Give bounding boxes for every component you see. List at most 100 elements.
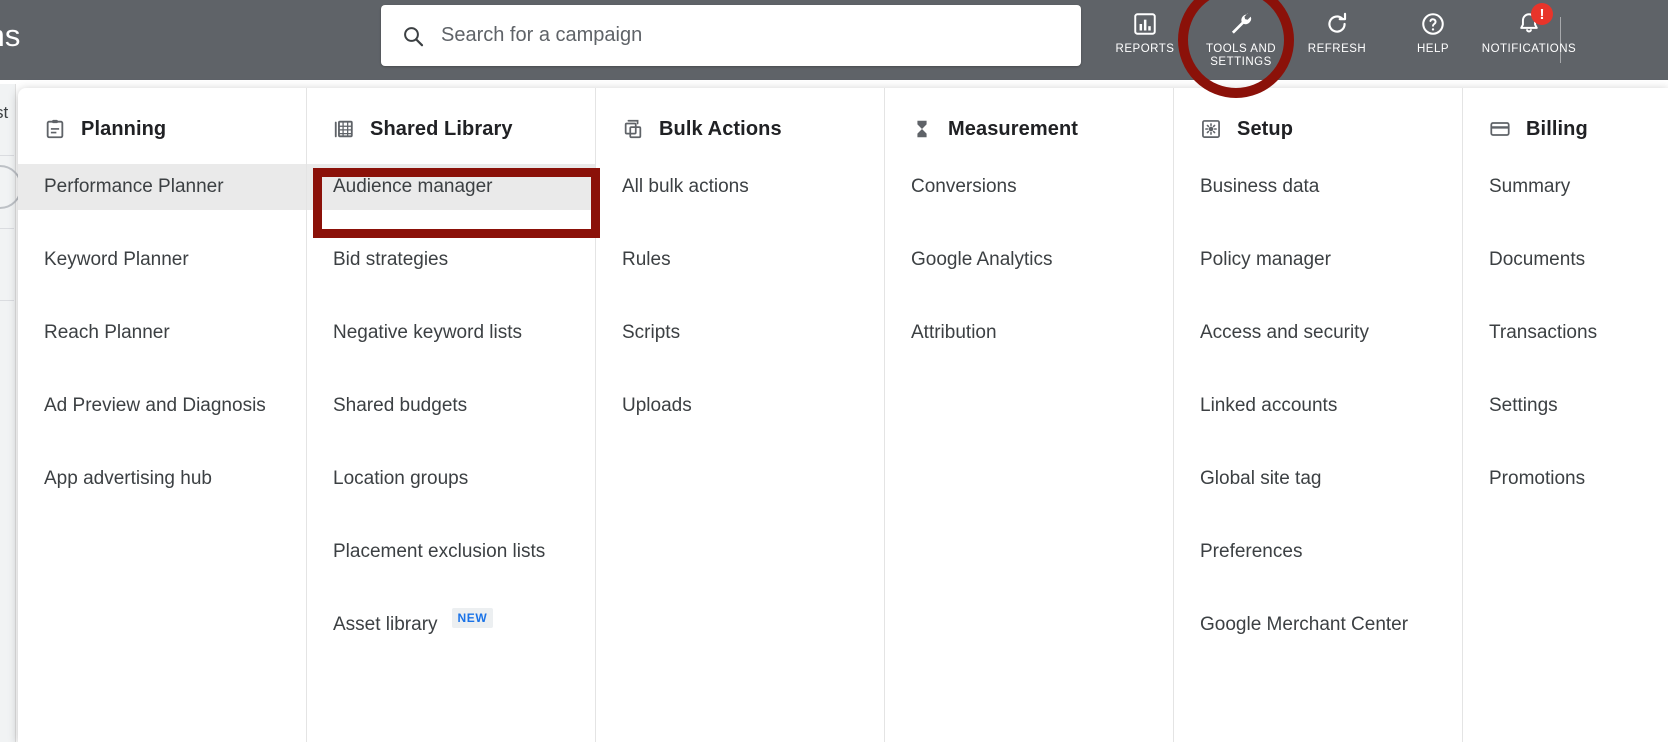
menu-item-label: Audience manager xyxy=(333,176,493,197)
gear-square-icon xyxy=(1200,118,1222,140)
menu-item-google-merchant-center[interactable]: Google Merchant Center xyxy=(1174,602,1462,648)
menu-item-uploads[interactable]: Uploads xyxy=(596,383,884,429)
menu-item-label: Global site tag xyxy=(1200,468,1322,489)
menu-item-label: App advertising hub xyxy=(44,468,212,489)
menu-item-settings[interactable]: Settings xyxy=(1463,383,1668,429)
column-header-planning: Planning xyxy=(18,112,306,146)
menu-item-label: Google Merchant Center xyxy=(1200,614,1409,635)
search-box[interactable] xyxy=(381,5,1081,66)
menu-item-shared-budgets[interactable]: Shared budgets xyxy=(307,383,595,429)
toolbar-divider xyxy=(1560,17,1561,63)
menu-item-negative-keyword-lists[interactable]: Negative keyword lists xyxy=(307,310,595,356)
menu-item-label: Policy manager xyxy=(1200,249,1331,270)
menu-item-policy-manager[interactable]: Policy manager xyxy=(1174,237,1462,283)
menu-item-audience-manager[interactable]: Audience manager xyxy=(307,164,595,210)
menu-item-label: Access and security xyxy=(1200,322,1369,343)
menu-item-access-and-security[interactable]: Access and security xyxy=(1174,310,1462,356)
clipboard-icon xyxy=(44,118,66,140)
app-root: st gns xyxy=(0,0,1668,742)
menu-item-linked-accounts[interactable]: Linked accounts xyxy=(1174,383,1462,429)
menu-item-label: Documents xyxy=(1489,249,1586,270)
column-header-billing: Billing xyxy=(1463,112,1668,146)
menu-item-keyword-planner[interactable]: Keyword Planner xyxy=(18,237,306,283)
toolbar-actions: REPORTS TOOLS AND SETTINGS REFRESH HELP … xyxy=(1097,0,1577,80)
menu-item-label: Google Analytics xyxy=(911,249,1053,270)
menu-item-label: Scripts xyxy=(622,322,681,343)
menu-item-reach-planner[interactable]: Reach Planner xyxy=(18,310,306,356)
search-input[interactable] xyxy=(441,24,1041,47)
menu-item-promotions[interactable]: Promotions xyxy=(1463,456,1668,502)
background-rule xyxy=(0,155,14,156)
menu-item-global-site-tag[interactable]: Global site tag xyxy=(1174,456,1462,502)
menu-item-conversions[interactable]: Conversions xyxy=(885,164,1173,210)
menu-item-documents[interactable]: Documents xyxy=(1463,237,1668,283)
column-title: Setup xyxy=(1237,117,1294,140)
menu-item-preferences[interactable]: Preferences xyxy=(1174,529,1462,575)
menu-column-bulk-actions: Bulk Actions All bulk actions Rules Scri… xyxy=(596,88,885,742)
menu-item-attribution[interactable]: Attribution xyxy=(885,310,1173,356)
menu-item-location-groups[interactable]: Location groups xyxy=(307,456,595,502)
menu-item-label: Bid strategies xyxy=(333,249,449,270)
menu-item-label: Transactions xyxy=(1489,322,1598,343)
menu-item-label: Shared budgets xyxy=(333,395,468,416)
refresh-button[interactable]: REFRESH xyxy=(1289,0,1385,80)
menu-item-label: Placement exclusion lists xyxy=(333,541,546,562)
tools-and-settings-menu: Planning Performance Planner Keyword Pla… xyxy=(18,88,1668,742)
menu-item-label: Uploads xyxy=(622,395,692,416)
refresh-label: REFRESH xyxy=(1307,43,1367,55)
reports-button[interactable]: REPORTS xyxy=(1097,0,1193,80)
menu-item-label: Attribution xyxy=(911,322,997,343)
menu-item-label: Settings xyxy=(1489,395,1558,416)
background-rule xyxy=(0,300,14,301)
menu-item-label: Ad Preview and Diagnosis xyxy=(44,395,266,416)
menu-item-ad-preview-and-diagnosis[interactable]: Ad Preview and Diagnosis xyxy=(18,383,306,429)
notifications-button[interactable]: ! NOTIFICATIONS xyxy=(1481,0,1577,80)
column-title: Shared Library xyxy=(370,117,513,140)
background-rule xyxy=(0,228,14,229)
new-badge: NEW xyxy=(451,608,494,628)
column-title: Billing xyxy=(1526,117,1588,140)
help-label: HELP xyxy=(1416,43,1450,55)
menu-item-placement-exclusion-lists[interactable]: Placement exclusion lists xyxy=(307,529,595,575)
wrench-icon xyxy=(1228,11,1254,37)
menu-column-measurement: Measurement Conversions Google Analytics… xyxy=(885,88,1174,742)
menu-item-all-bulk-actions[interactable]: All bulk actions xyxy=(596,164,884,210)
menu-item-summary[interactable]: Summary xyxy=(1463,164,1668,210)
menu-item-label: Performance Planner xyxy=(44,176,224,197)
column-header-setup: Setup xyxy=(1174,112,1462,146)
menu-item-label: Location groups xyxy=(333,468,469,489)
help-circle-icon xyxy=(1420,11,1446,37)
menu-item-label: Business data xyxy=(1200,176,1320,197)
top-bar: gns REP xyxy=(0,0,1668,80)
help-button[interactable]: HELP xyxy=(1385,0,1481,80)
menu-column-billing: Billing Summary Documents Transactions S… xyxy=(1463,88,1668,742)
menu-item-label: Negative keyword lists xyxy=(333,322,523,343)
menu-item-label: Summary xyxy=(1489,176,1571,197)
menu-item-rules[interactable]: Rules xyxy=(596,237,884,283)
menu-column-planning: Planning Performance Planner Keyword Pla… xyxy=(18,88,307,742)
reports-label: REPORTS xyxy=(1115,43,1175,55)
menu-item-bid-strategies[interactable]: Bid strategies xyxy=(307,237,595,283)
menu-item-asset-library[interactable]: Asset library NEW xyxy=(307,602,595,648)
notifications-label: NOTIFICATIONS xyxy=(1481,43,1577,55)
menu-item-app-advertising-hub[interactable]: App advertising hub xyxy=(18,456,306,502)
menu-item-label: Conversions xyxy=(911,176,1017,197)
bell-icon: ! xyxy=(1516,3,1553,37)
notification-badge: ! xyxy=(1531,3,1553,25)
tools-and-settings-label: TOOLS AND SETTINGS xyxy=(1205,43,1277,68)
menu-item-label: Reach Planner xyxy=(44,322,170,343)
menu-item-label: Rules xyxy=(622,249,671,270)
menu-item-scripts[interactable]: Scripts xyxy=(596,310,884,356)
library-grid-icon xyxy=(333,118,355,140)
copy-stack-icon xyxy=(622,118,644,140)
column-title: Bulk Actions xyxy=(659,117,782,140)
column-title: Measurement xyxy=(948,117,1079,140)
menu-item-transactions[interactable]: Transactions xyxy=(1463,310,1668,356)
bar-chart-icon xyxy=(1132,11,1158,37)
menu-item-business-data[interactable]: Business data xyxy=(1174,164,1462,210)
credit-card-icon xyxy=(1489,118,1511,140)
menu-column-setup: Setup Business data Policy manager Acces… xyxy=(1174,88,1463,742)
tools-and-settings-button[interactable]: TOOLS AND SETTINGS xyxy=(1193,0,1289,80)
menu-item-google-analytics[interactable]: Google Analytics xyxy=(885,237,1173,283)
menu-item-performance-planner[interactable]: Performance Planner xyxy=(18,164,306,210)
